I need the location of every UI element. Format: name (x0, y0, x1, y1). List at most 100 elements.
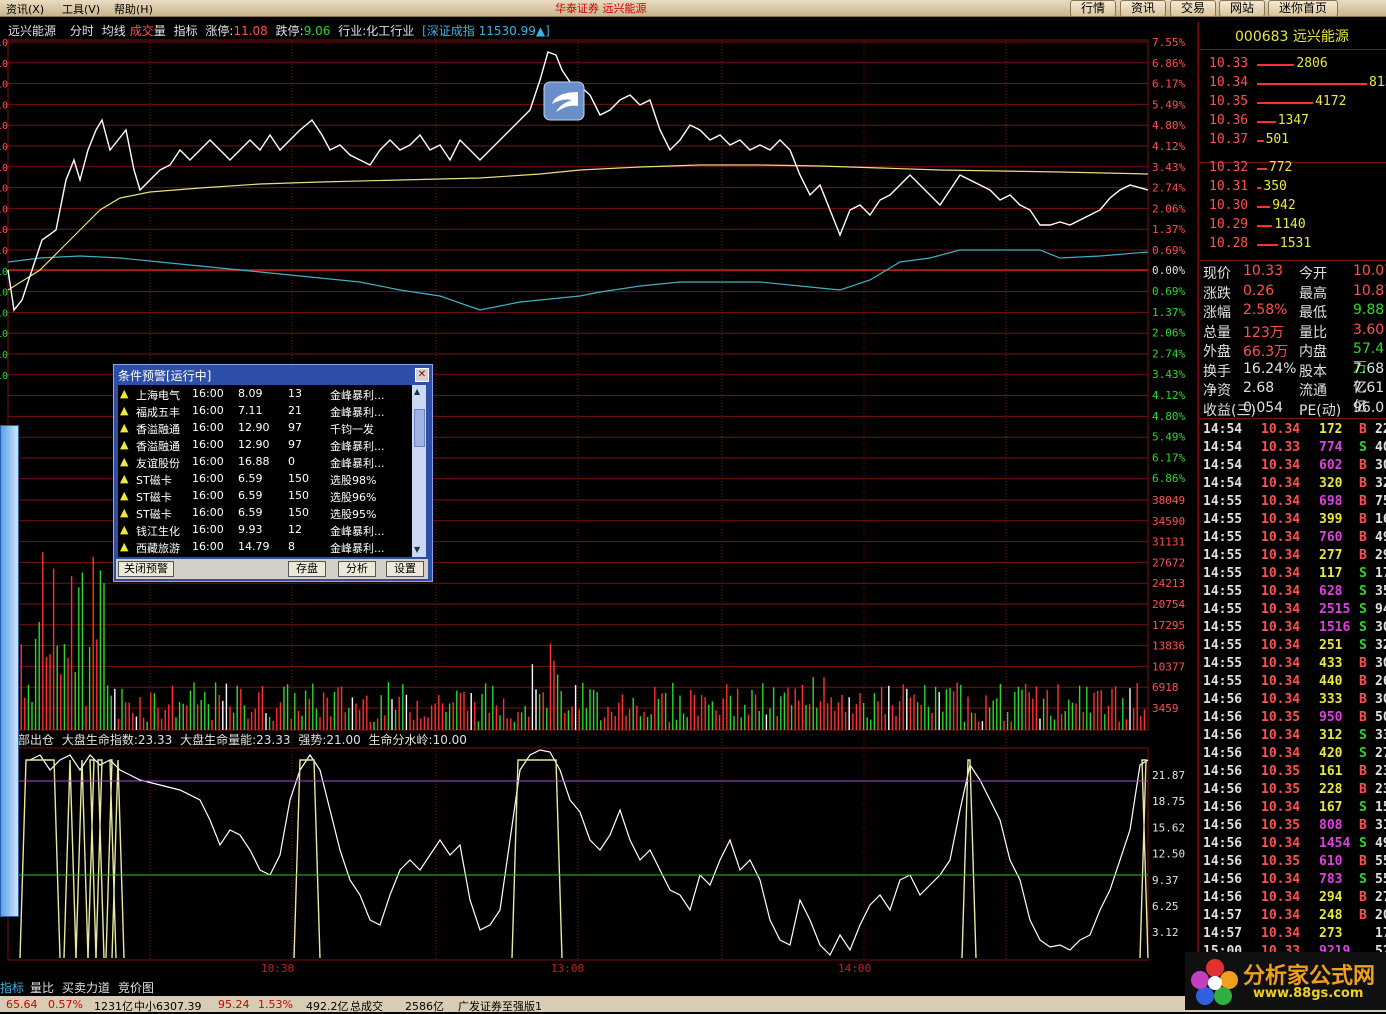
alert-title: 条件预警[运行中] (118, 369, 212, 383)
order-price: 10.30 (1209, 198, 1249, 213)
price-tick: 10 (0, 267, 8, 278)
analyze-button[interactable]: 分析 (338, 561, 376, 577)
alert-window[interactable]: 条件预警[运行中] ✕ ▲ 上海电气 16:00 8.09 13 金峰暴利... ▲ 福成五丰… (113, 364, 433, 582)
tick-count: 20 (1375, 908, 1386, 923)
tick-count: 22 (1375, 422, 1386, 437)
settings-button[interactable]: 设置 (386, 561, 424, 577)
tick-row: 14:57 10.34 248 B 20 (1203, 908, 1386, 926)
tick-time: 14:55 (1203, 494, 1243, 509)
time-tick: 13:00 (551, 962, 584, 975)
alert-row[interactable]: ▲ 钱江生化 16:00 9.93 12 金峰暴利... (118, 523, 412, 540)
tab-volume-ratio[interactable]: 量比 (30, 979, 54, 996)
alert-row[interactable]: ▲ 上海电气 16:00 8.09 13 金峰暴利... (118, 387, 412, 404)
tick-count: 55 (1375, 854, 1386, 869)
stat-value: 3.60 (1353, 321, 1385, 338)
order-volume: 772 (1268, 160, 1293, 175)
pct-tick-up: 5.49% (1152, 98, 1185, 111)
pct-tick-up: 4.80% (1152, 119, 1185, 132)
tick-row: 14:55 10.34 628 S 35 (1203, 584, 1386, 602)
tick-time: 14:55 (1203, 584, 1243, 599)
save-button[interactable]: 存盘 (288, 561, 326, 577)
order-book-row: 10.34 8135 (1209, 75, 1386, 93)
order-price: 10.33 (1209, 56, 1249, 71)
volume-tick: 10377 (1152, 660, 1185, 673)
tick-side: B (1359, 530, 1367, 545)
pct-tick-zero: 0.00% (1152, 264, 1185, 277)
tick-volume: 333 (1319, 692, 1343, 707)
tick-volume: 602 (1319, 458, 1343, 473)
price-tick: 10 (0, 350, 8, 361)
scroll-thumb[interactable] (414, 409, 425, 447)
alert-footer: 关闭预警 存盘 分析 设置 (116, 559, 428, 579)
stock-code-name: 000683 远兴能源 (1235, 29, 1349, 45)
tick-time: 14:56 (1203, 854, 1243, 869)
tick-count: 30 (1375, 620, 1386, 635)
scroll-up-icon[interactable]: ▲ (414, 387, 424, 397)
tab-indicator[interactable]: 指标 (0, 979, 24, 996)
alert-row[interactable]: ▲ 福成五丰 16:00 7.11 21 金峰暴利... (118, 404, 412, 421)
indicator-tick: 18.75 (1152, 795, 1185, 808)
quote-stat-row: 涨幅 2.58% 最低 9.88 (1203, 302, 1386, 321)
tick-row: 14:56 10.34 1454 S 49 (1203, 836, 1386, 854)
close-alert-button[interactable]: 关闭预警 (118, 561, 174, 577)
tick-volume: 399 (1319, 512, 1343, 527)
alert-scrollbar[interactable]: ▲ ▼ (412, 385, 426, 557)
alert-list[interactable]: ▲ 上海电气 16:00 8.09 13 金峰暴利... ▲ 福成五丰 16:00 7.11 21 金… (118, 385, 412, 557)
volume-tick: 17295 (1152, 619, 1185, 632)
tick-volume: 228 (1319, 782, 1343, 797)
alert-row[interactable]: ▲ ST磁卡 16:00 6.59 150 选股96% (118, 489, 412, 506)
order-book-row: 10.33 2806 (1209, 56, 1386, 74)
tick-price: 10.34 (1261, 476, 1301, 491)
alert-row[interactable]: ▲ 香溢融通 16:00 12.90 97 金峰暴利... (118, 438, 412, 455)
tab-auction-chart[interactable]: 竞价图 (118, 979, 154, 996)
order-price: 10.34 (1209, 75, 1249, 90)
quote-stat-row: 外盘 66.3万 内盘 57.4万 (1203, 341, 1386, 376)
tick-volume: 1454 (1319, 836, 1351, 851)
tick-volume: 1516 (1319, 620, 1351, 635)
tick-side: B (1359, 458, 1367, 473)
tick-price: 10.34 (1261, 926, 1301, 941)
tick-price: 10.35 (1261, 710, 1301, 725)
alert-row[interactable]: ▲ ST磁卡 16:00 6.59 150 选股98% (118, 472, 412, 489)
tick-side: S (1359, 584, 1367, 599)
close-icon[interactable]: ✕ (415, 368, 429, 382)
order-book-row: 10.30 942 (1209, 198, 1386, 216)
alert-row[interactable]: ▲ ST磁卡 16:00 6.59 150 选股95% (118, 506, 412, 523)
app-logo-icon[interactable] (543, 81, 585, 121)
alert-count: 13 (288, 387, 302, 400)
alert-stock-name: ST磁卡 (136, 491, 172, 504)
tick-time: 14:55 (1203, 674, 1243, 689)
tick-price: 10.34 (1261, 638, 1301, 653)
tick-volume: 610 (1319, 854, 1343, 869)
tick-time: 14:57 (1203, 908, 1243, 923)
tick-count: 94 (1375, 602, 1386, 617)
alert-rule: 金峰暴利... (330, 389, 385, 402)
alert-time: 16:00 (192, 438, 224, 451)
pct-tick-up: 6.86% (1152, 57, 1185, 70)
volume-tick: 20754 (1152, 598, 1185, 611)
nav-website-button[interactable]: 网站 (1219, 0, 1265, 17)
alert-time: 16:00 (192, 506, 224, 519)
tick-count: 27 (1375, 890, 1386, 905)
scroll-down-icon[interactable]: ▼ (414, 545, 424, 555)
alert-row[interactable]: ▲ 香溢融通 16:00 12.90 97 千钧一发 (118, 421, 412, 438)
tick-volume: 698 (1319, 494, 1343, 509)
order-book-row: 10.32 772 (1209, 160, 1386, 178)
tab-buy-sell-force[interactable]: 买卖力道 (62, 979, 110, 996)
nav-mini-home-button[interactable]: 迷你首页 (1268, 0, 1338, 17)
stat-value: 66.3万 (1243, 344, 1289, 360)
order-volume-bar (1257, 206, 1271, 208)
pct-tick-down: 4.80% (1152, 410, 1185, 423)
alert-count: 8 (288, 540, 295, 553)
alert-row[interactable]: ▲ 友谊股份 16:00 16.88 0 金峰暴利... (118, 455, 412, 472)
side-window[interactable] (0, 425, 19, 917)
stat-label: 总量 (1203, 324, 1231, 341)
alert-row[interactable]: ▲ 西藏旅游 16:00 14.79 8 金峰暴利... (118, 540, 412, 557)
tick-side: B (1359, 476, 1367, 491)
tick-time: 14:56 (1203, 836, 1243, 851)
tick-side: B (1359, 764, 1367, 779)
volume-tick: 31131 (1152, 536, 1185, 549)
price-tick: 10 (0, 80, 8, 91)
price-tick: 10 (0, 246, 8, 257)
tick-count: 49 (1375, 530, 1386, 545)
